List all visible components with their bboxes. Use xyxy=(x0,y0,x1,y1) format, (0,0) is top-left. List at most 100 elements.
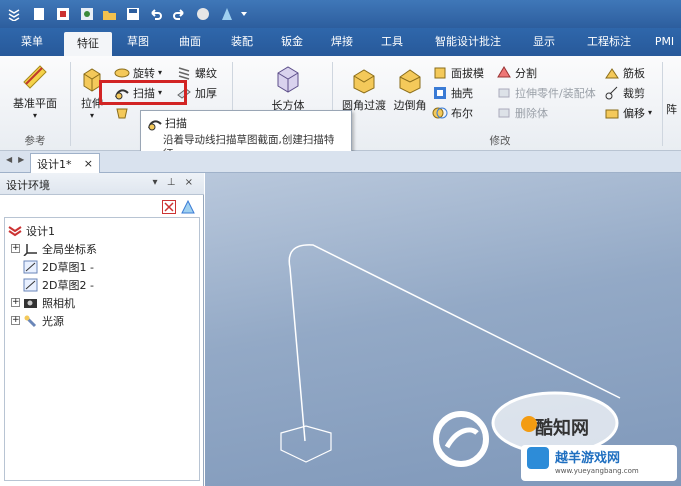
draft-icon xyxy=(434,67,446,78)
design-environment-panel: 设计环境 ▾ ⊥ × 设计1 + 全局坐标系 2D草图1 - 2D草图2 - +… xyxy=(0,173,204,486)
loft-icon xyxy=(116,108,128,118)
panel-header: 设计环境 ▾ ⊥ × xyxy=(0,173,204,195)
group-label-reference: 参考 xyxy=(24,135,46,147)
export-icon[interactable] xyxy=(79,6,94,21)
tab-features[interactable]: 特征 xyxy=(64,32,112,56)
boolean-icon xyxy=(432,107,448,118)
sweep-highlight-box xyxy=(99,80,187,105)
fillet-icon xyxy=(353,69,375,94)
datum-plane-button[interactable]: 基准平面 ▾ xyxy=(6,62,64,120)
ribbon-tabs: 菜单 特征 草图 曲面 装配 钣金 焊接 工具 智能设计批注 显示 工程标注 P… xyxy=(0,28,681,56)
watermark-logo xyxy=(433,409,489,469)
delete-filter-icon[interactable] xyxy=(162,200,176,214)
open-folder-icon[interactable] xyxy=(102,6,117,21)
tree-item-light[interactable]: + 光源 xyxy=(11,312,64,329)
shell-label: 抽壳 xyxy=(451,86,473,100)
close-icon[interactable]: × xyxy=(84,157,93,170)
new-doc-icon[interactable] xyxy=(31,6,46,21)
tree-item-sketch1[interactable]: 2D草图1 - xyxy=(23,258,94,275)
expand-icon[interactable]: + xyxy=(11,244,20,253)
undo-icon[interactable] xyxy=(148,6,163,21)
panel-title: 设计环境 xyxy=(6,179,50,192)
app-menu-icon[interactable] xyxy=(6,6,21,21)
sketch-icon xyxy=(23,278,38,291)
offset-icon xyxy=(605,109,619,118)
delete-body-label: 删除体 xyxy=(515,106,548,120)
chamfer-label: 边倒角 xyxy=(393,99,427,112)
expand-icon[interactable]: + xyxy=(11,316,20,325)
draft-button[interactable]: 面拔模 xyxy=(432,64,484,81)
hexagon-profile xyxy=(280,425,332,463)
trim-label: 裁剪 xyxy=(623,86,645,100)
split-button[interactable]: 分割 xyxy=(496,64,537,81)
chevron-down-icon: ▾ xyxy=(89,111,94,120)
qat-dropdown-icon[interactable] xyxy=(239,6,249,21)
tab-display[interactable]: 显示 xyxy=(522,28,566,56)
tree-item-sketch2[interactable]: 2D草图2 - xyxy=(23,276,94,293)
revolve-button[interactable]: 旋转 ▾ xyxy=(114,64,162,81)
render-icon[interactable] xyxy=(195,6,210,21)
rib-label: 筋板 xyxy=(623,66,645,80)
split-icon xyxy=(497,65,511,77)
watermark-brand-icon xyxy=(521,416,537,432)
panel-controls[interactable]: ▾ ⊥ × xyxy=(153,177,196,188)
chamfer-button[interactable]: 边倒角 xyxy=(390,64,430,113)
datum-plane-label: 基准平面 xyxy=(13,97,57,110)
fillet-button[interactable]: 圆角过渡 xyxy=(338,64,390,113)
chamfer-icon xyxy=(399,69,421,94)
expand-icon[interactable]: + xyxy=(11,298,20,307)
tab-sketch[interactable]: 草图 xyxy=(116,28,160,56)
thread-icon xyxy=(178,66,190,80)
thicken-label: 加厚 xyxy=(195,86,217,100)
doc-tab-label: 设计1* xyxy=(37,157,72,171)
tab-sheet-metal[interactable]: 钣金 xyxy=(270,28,314,56)
fill-icon[interactable] xyxy=(219,6,234,21)
tab-tools[interactable]: 工具 xyxy=(370,28,414,56)
tab-annotation[interactable]: 工程标注 xyxy=(578,28,640,56)
chevron-down-icon: ▾ xyxy=(32,111,37,120)
feature-tree: 设计1 + 全局坐标系 2D草图1 - 2D草图2 - + 照相机 + 光源 xyxy=(4,217,200,481)
save-as-icon[interactable] xyxy=(55,6,70,21)
redo-icon[interactable] xyxy=(171,6,186,21)
watermark-brand: 酷知网 xyxy=(535,418,589,439)
offset-label: 偏移 xyxy=(623,106,645,120)
draft-label: 面拔模 xyxy=(451,66,484,80)
rib-button[interactable]: 筋板 xyxy=(604,64,645,81)
offset-button[interactable]: 偏移 ▾ xyxy=(604,104,652,121)
tab-welding[interactable]: 焊接 xyxy=(320,28,364,56)
tree-item-camera[interactable]: + 照相机 xyxy=(11,294,75,311)
tab-menu[interactable]: 菜单 xyxy=(10,28,54,56)
shell-button[interactable]: 抽壳 xyxy=(432,84,473,101)
delete-body-icon xyxy=(498,108,510,117)
tab-pmi[interactable]: PMI xyxy=(648,28,681,56)
trim-button[interactable]: 裁剪 xyxy=(604,84,645,101)
tab-surface[interactable]: 曲面 xyxy=(168,28,212,56)
save-icon[interactable] xyxy=(125,6,140,21)
stretch-part-button[interactable]: 拉伸零件/装配体 xyxy=(496,84,596,101)
tree-item-global-coords[interactable]: + 全局坐标系 xyxy=(11,240,97,257)
box-icon xyxy=(277,66,299,93)
trim-icon xyxy=(605,86,618,99)
watermark-site-url: www.yueyangbang.com xyxy=(555,467,639,475)
box-button[interactable]: 长方体 xyxy=(258,64,318,113)
shell-icon xyxy=(434,86,446,99)
thread-button[interactable]: 螺纹 xyxy=(176,64,217,81)
more-button[interactable]: 阵 xyxy=(666,100,677,117)
3d-viewport[interactable]: 酷知网 越羊游戏网 www.yueyangbang.com xyxy=(205,173,681,486)
revolve-icon xyxy=(114,68,130,77)
filter-icon[interactable] xyxy=(180,199,196,214)
tab-assembly[interactable]: 装配 xyxy=(220,28,264,56)
revolve-label: 旋转 xyxy=(133,66,155,80)
delete-body-button[interactable]: 删除体 xyxy=(496,104,548,121)
boolean-button[interactable]: 布尔 xyxy=(432,104,473,121)
doc-tab-scroll[interactable]: ◀ ▶ xyxy=(6,155,24,164)
tab-smart-design[interactable]: 智能设计批注 xyxy=(424,28,512,56)
tree-item-design1[interactable]: 设计1 xyxy=(7,222,55,239)
document-tabs: ◀ ▶ 设计1* × xyxy=(0,151,681,173)
group-separator xyxy=(662,62,663,146)
group-label-modify: 修改 xyxy=(489,135,511,147)
tree-item-label: 2D草图1 - xyxy=(42,260,94,274)
tooltip-title: 扫描 xyxy=(165,117,187,130)
loft-button[interactable] xyxy=(114,104,130,121)
doc-tab-design1[interactable]: 设计1* × xyxy=(30,153,100,173)
